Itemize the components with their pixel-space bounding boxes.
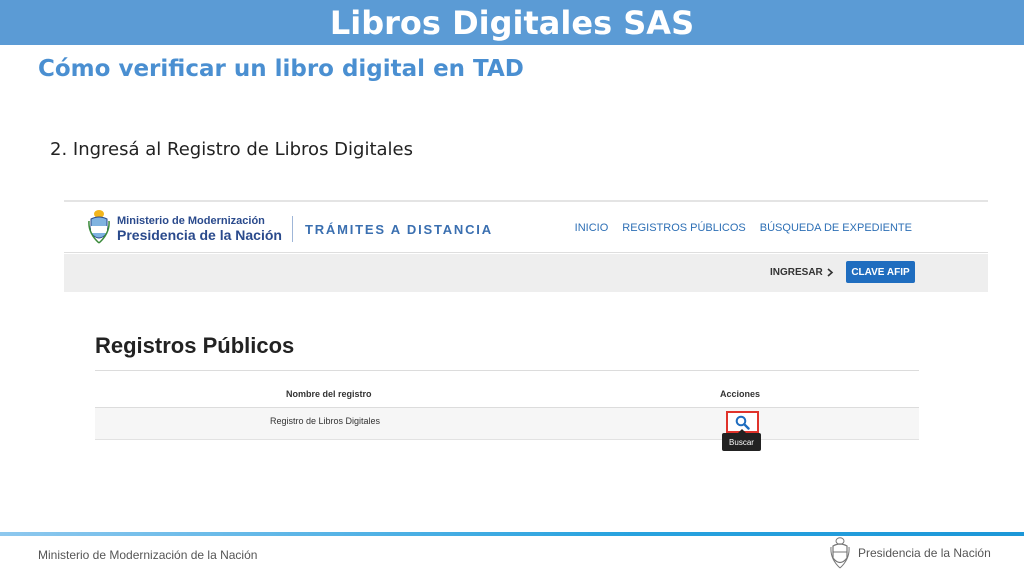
login-bar: INGRESAR CLAVE AFIP xyxy=(64,254,988,292)
column-header-name: Nombre del registro xyxy=(286,389,372,399)
footer-divider xyxy=(0,532,1024,536)
tad-header: Ministerio de Modernización Presidencia … xyxy=(64,200,988,253)
registry-name-cell: Registro de Libros Digitales xyxy=(270,416,381,426)
nav-busqueda-expediente[interactable]: BÚSQUEDA DE EXPEDIENTE xyxy=(760,222,912,234)
tad-screenshot: Ministerio de Modernización Presidencia … xyxy=(64,200,988,460)
coat-of-arms-icon xyxy=(830,537,850,569)
clave-afip-button[interactable]: CLAVE AFIP xyxy=(846,261,915,283)
slide-title-bar: Libros Digitales SAS xyxy=(0,0,1024,45)
coat-of-arms-icon xyxy=(88,210,110,244)
main-nav: INICIO REGISTROS PÚBLICOS BÚSQUEDA DE EX… xyxy=(575,222,912,234)
slide-title: Libros Digitales SAS xyxy=(329,3,695,42)
search-icon xyxy=(735,415,750,430)
ministry-logo-text: Ministerio de Modernización Presidencia … xyxy=(117,215,282,243)
presidency-name: Presidencia de la Nación xyxy=(117,227,282,243)
table-row: Registro de Libros Digitales xyxy=(95,407,919,440)
nav-registros-publicos[interactable]: REGISTROS PÚBLICOS xyxy=(622,222,745,234)
page-title: Registros Públicos xyxy=(95,333,295,358)
column-header-actions: Acciones xyxy=(720,389,761,399)
buscar-tooltip: Buscar xyxy=(722,433,761,451)
table-divider xyxy=(95,370,919,371)
ministry-name: Ministerio de Modernización xyxy=(117,215,265,227)
tad-brand[interactable]: TRÁMITES A DISTANCIA xyxy=(305,222,493,237)
footer-presidency: Presidencia de la Nación xyxy=(858,546,991,560)
footer-ministry: Ministerio de Modernización de la Nación xyxy=(38,548,258,562)
slide-subtitle: Cómo verificar un libro digital en TAD xyxy=(38,56,524,82)
step-instruction: 2. Ingresá al Registro de Libros Digital… xyxy=(50,139,413,160)
chevron-right-icon xyxy=(827,268,834,277)
ingresar-link[interactable]: INGRESAR xyxy=(770,267,834,278)
ingresar-label: INGRESAR xyxy=(770,267,823,278)
header-divider xyxy=(292,216,293,242)
nav-inicio[interactable]: INICIO xyxy=(575,222,609,234)
